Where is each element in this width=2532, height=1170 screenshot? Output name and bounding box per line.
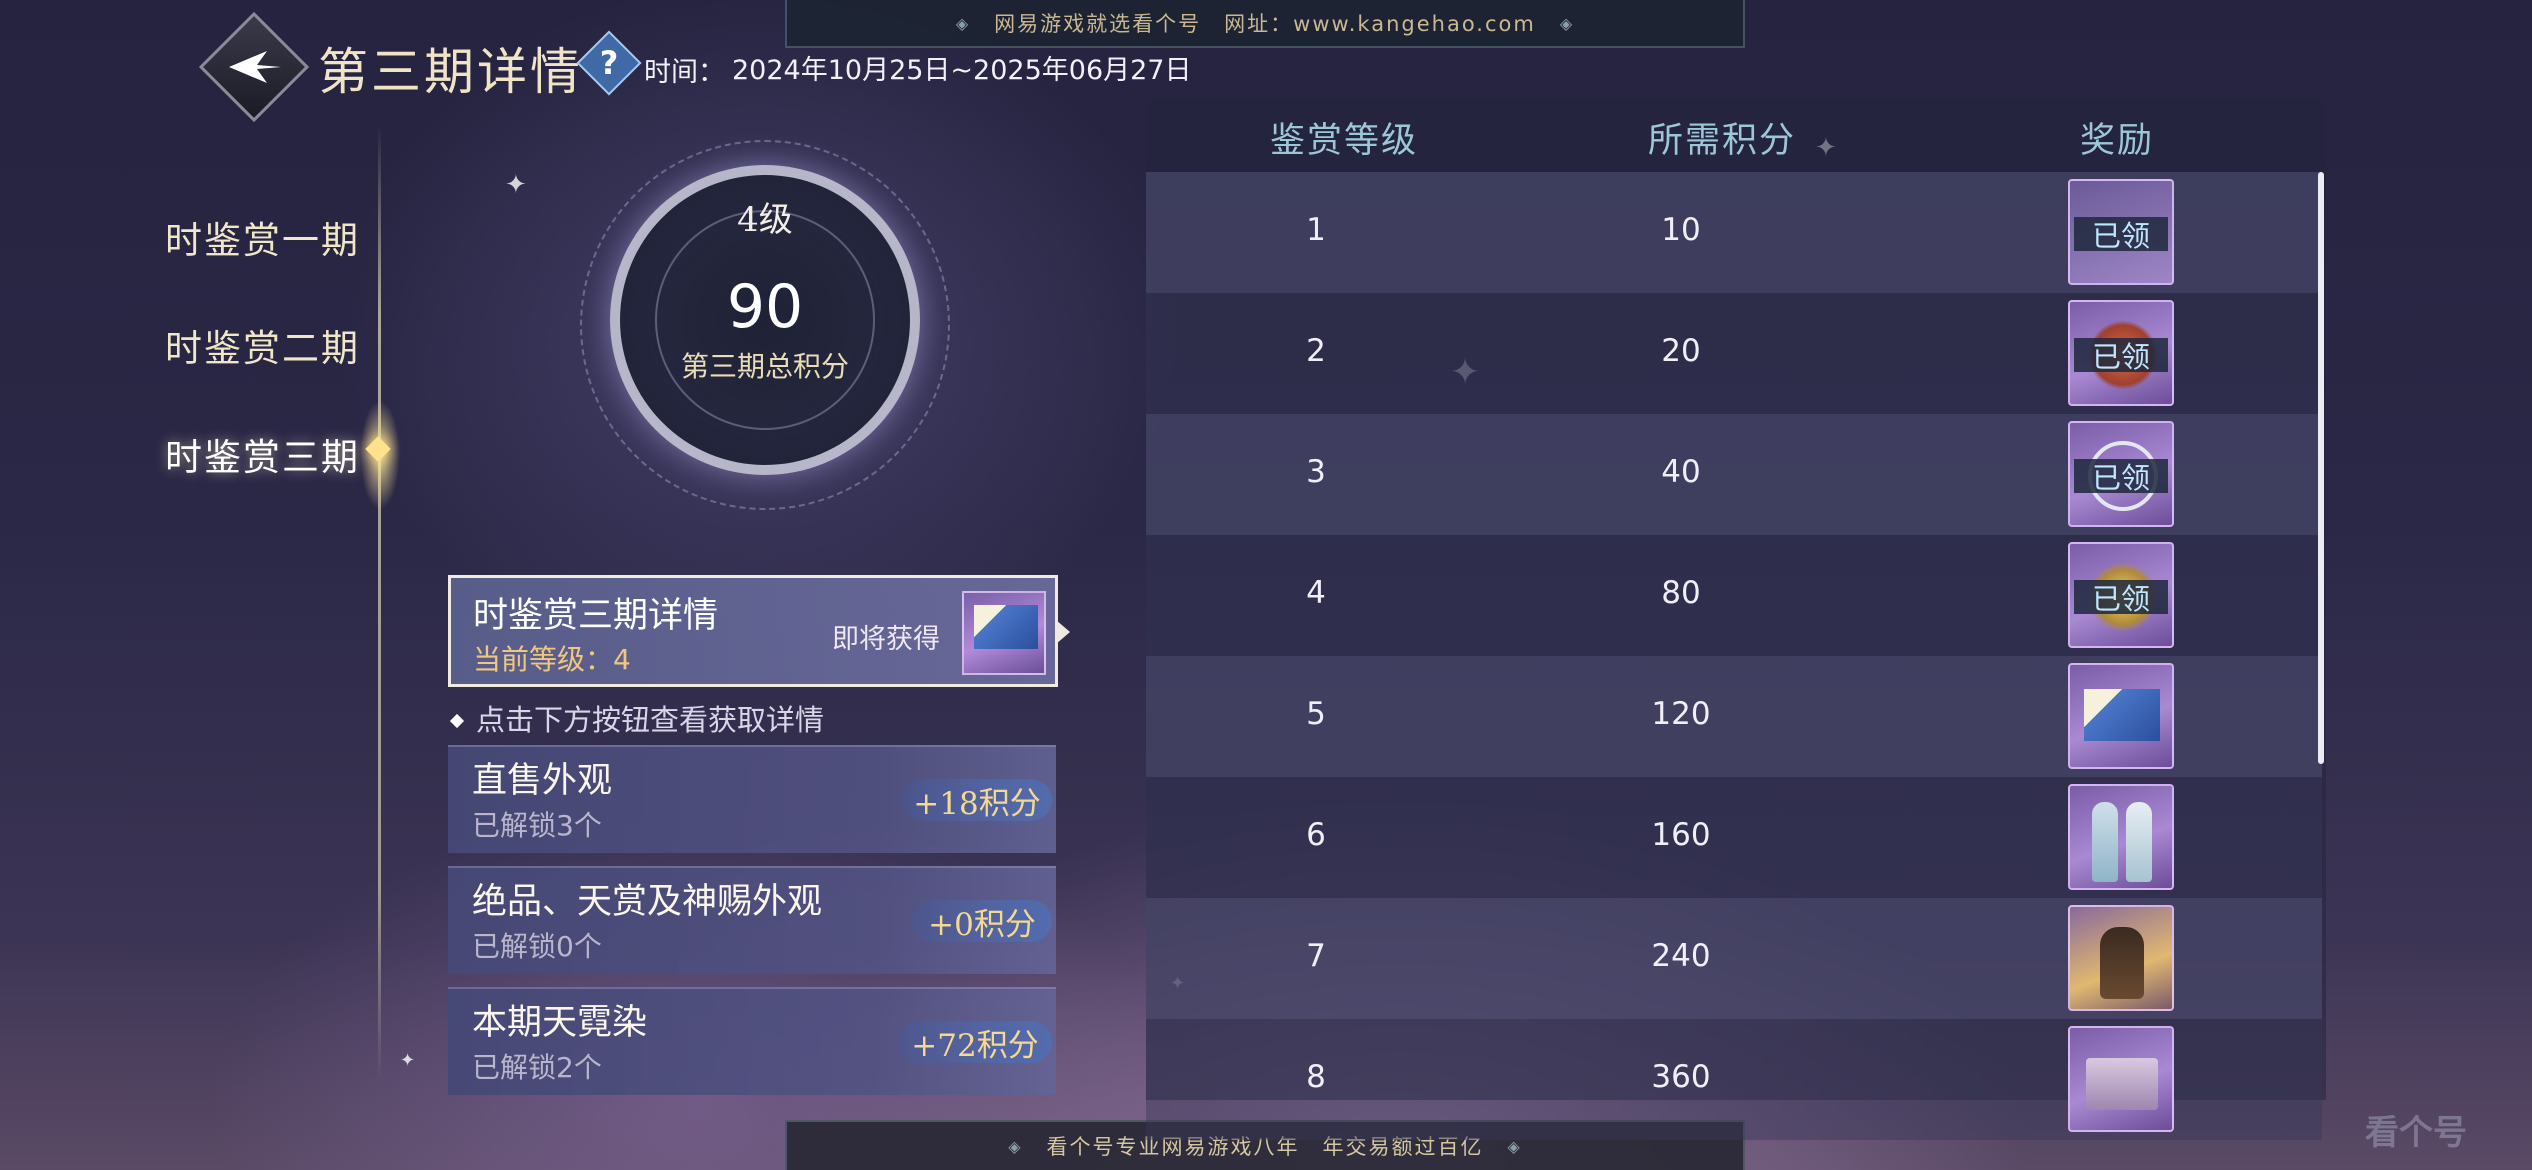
- tab-period-3[interactable]: 时鉴赏三期: [165, 427, 360, 481]
- table-row: 6 160: [1146, 777, 2322, 898]
- total-score: 90: [726, 272, 804, 342]
- source-points-badge: +0积分: [912, 900, 1052, 943]
- claimed-badge: 已领: [2074, 338, 2168, 374]
- claimed-badge: 已领: [2074, 217, 2168, 253]
- top-banner-text: 网易游戏就选看个号 网址：www.kangehao.com: [994, 12, 1536, 36]
- table-row: 4 80 已领: [1146, 535, 2322, 656]
- table-row: 2 20 已领: [1146, 293, 2322, 414]
- total-score-label: 第三期总积分: [680, 350, 849, 383]
- source-unlocked: 已解锁0个: [472, 930, 602, 963]
- table-row: 3 40 已领: [1146, 414, 2322, 535]
- top-banner: ◈ 网易游戏就选看个号 网址：www.kangehao.com ◈: [785, 0, 1745, 48]
- chevron-right-icon: [1056, 620, 1070, 644]
- ornament-icon: ◈: [1559, 13, 1575, 33]
- sparkle-icon: ✦: [505, 170, 527, 200]
- reward-item-icon[interactable]: 已领: [2068, 300, 2174, 406]
- row-points: 40: [1661, 454, 1701, 490]
- source-title: 绝品、天赏及神赐外观: [472, 882, 823, 922]
- row-level: 2: [1306, 333, 1326, 369]
- row-points: 10: [1661, 212, 1701, 248]
- ornament-icon: ◈: [955, 13, 971, 33]
- ornament-icon: ◈: [1008, 1136, 1023, 1156]
- header-points: 所需积分: [1648, 121, 1797, 161]
- watermark-logo: 看个号: [2365, 1113, 2467, 1153]
- header-level: 鉴赏等级: [1270, 121, 1419, 161]
- upcoming-reward-label: 即将获得: [832, 624, 940, 655]
- sparkle-icon: ✦: [400, 1050, 416, 1071]
- claimed-badge: 已领: [2074, 580, 2168, 616]
- period-value: 2024年10月25日~2025年06月27日: [732, 55, 1192, 86]
- reward-item-icon: [974, 605, 1038, 649]
- period-label: 时间：: [644, 57, 725, 88]
- back-arrow-icon[interactable]: [225, 40, 285, 94]
- header-reward: 奖励: [2080, 121, 2155, 161]
- row-level: 5: [1306, 696, 1326, 732]
- tab-divider: [378, 125, 381, 1080]
- reward-item-icon[interactable]: 已领: [2068, 421, 2174, 527]
- source-points-badge: +72积分: [898, 1021, 1052, 1064]
- claimed-badge: 已领: [2074, 459, 2168, 495]
- detail-title: 时鉴赏三期详情: [473, 596, 719, 636]
- table-row: 1 10 已领: [1146, 172, 2322, 293]
- hint-text: 点击下方按钮查看获取详情: [449, 697, 825, 739]
- source-points-badge: +18积分: [902, 779, 1052, 822]
- row-level: 8: [1306, 1059, 1326, 1095]
- row-level: 4: [1306, 575, 1326, 611]
- row-level: 3: [1306, 454, 1326, 490]
- table-row: 5 120: [1146, 656, 2322, 777]
- tab-period-1[interactable]: 时鉴赏一期: [165, 210, 360, 264]
- reward-item-icon[interactable]: 已领: [2068, 179, 2174, 285]
- reward-item-icon[interactable]: [2068, 905, 2174, 1011]
- hint-label: 点击下方按钮查看获取详情: [476, 703, 825, 737]
- diamond-bullet-icon: [449, 713, 465, 729]
- reward-item-icon[interactable]: [2068, 784, 2174, 890]
- row-points: 120: [1651, 696, 1711, 732]
- row-points: 160: [1651, 817, 1711, 853]
- source-title: 直售外观: [472, 761, 613, 801]
- question-icon[interactable]: ?: [586, 38, 632, 88]
- page-title: 第三期详情: [318, 43, 583, 101]
- detail-current-level: 当前等级：4: [473, 643, 631, 676]
- row-points: 20: [1661, 333, 1701, 369]
- row-level: 6: [1306, 817, 1326, 853]
- reward-item-icon[interactable]: [2068, 1026, 2174, 1132]
- table-row: 8 360: [1146, 1019, 2322, 1140]
- reward-item-icon[interactable]: [2068, 663, 2174, 769]
- reward-item-icon[interactable]: 已领: [2068, 542, 2174, 648]
- row-points: 240: [1651, 938, 1711, 974]
- table-scrollbar[interactable]: [2318, 172, 2324, 764]
- current-level: 4级: [737, 200, 793, 240]
- table-row: 7 240: [1146, 898, 2322, 1019]
- row-level: 7: [1306, 938, 1326, 974]
- row-level: 1: [1306, 212, 1326, 248]
- tab-period-2[interactable]: 时鉴赏二期: [165, 318, 360, 372]
- row-points: 80: [1661, 575, 1701, 611]
- source-title: 本期天霓染: [472, 1003, 648, 1043]
- row-points: 360: [1651, 1059, 1711, 1095]
- source-unlocked: 已解锁3个: [472, 809, 602, 842]
- source-unlocked: 已解锁2个: [472, 1051, 602, 1084]
